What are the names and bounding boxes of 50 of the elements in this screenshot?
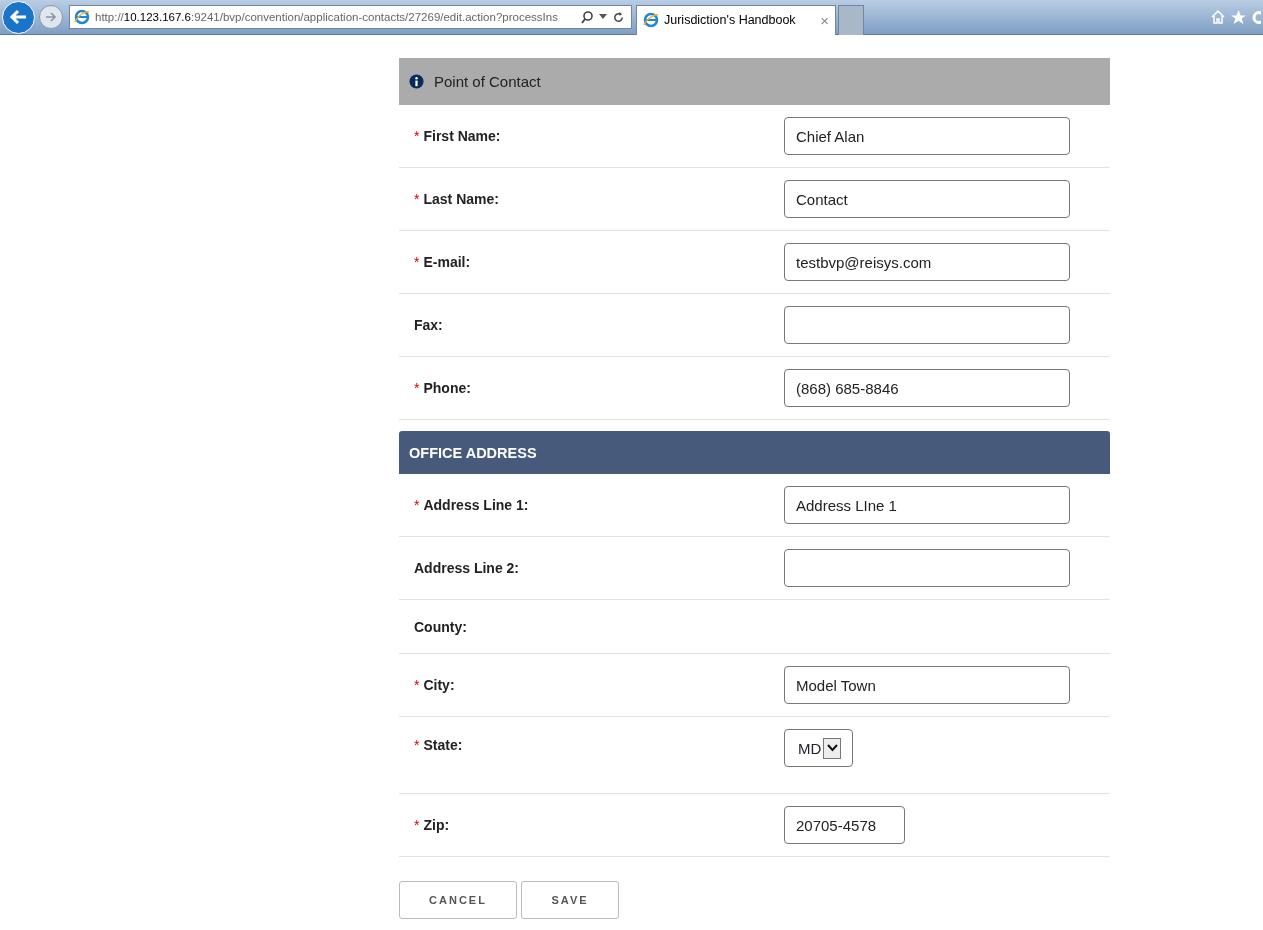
action-button[interactable]: SAVE: [521, 881, 619, 919]
browser-tab[interactable]: Jurisdiction's Handbook ×: [636, 4, 836, 35]
required-asterisk: *: [414, 677, 420, 693]
forward-button[interactable]: [39, 5, 63, 29]
field-label: Last Name:: [423, 191, 499, 207]
input-field[interactable]: [784, 549, 1070, 587]
home-icon[interactable]: [1210, 9, 1226, 25]
field-label: State:: [423, 737, 463, 753]
field-label: City:: [423, 677, 455, 693]
info-icon: [409, 74, 424, 89]
browser-logo-icon: [74, 9, 90, 25]
field-label: County:: [414, 618, 467, 635]
input-field[interactable]: testbvp@reisys.com: [784, 243, 1070, 281]
state-dropdown[interactable]: MD: [784, 729, 853, 767]
input-field[interactable]: Contact: [784, 180, 1070, 218]
search-icon[interactable]: [580, 10, 594, 24]
field-label: Address Line 2:: [414, 560, 520, 576]
input-field[interactable]: (868) 685-8846: [784, 369, 1070, 407]
input-field[interactable]: Address LIne 1: [784, 486, 1070, 524]
required-asterisk: *: [414, 191, 420, 207]
back-arrow-icon: [8, 7, 29, 27]
url-text: http://10.123.167.6:9241/bvp/convention/application-contacts/27269/edit.action?processIns: [95, 11, 559, 23]
input-field[interactable]: Chief Alan: [784, 117, 1070, 155]
field-label: Fax:: [414, 317, 443, 333]
section-title: Point of Contact: [434, 73, 541, 90]
required-asterisk: *: [414, 817, 420, 833]
required-asterisk: *: [414, 128, 420, 144]
browser-logo-icon: [643, 12, 659, 28]
dropdown-caret-icon[interactable]: [599, 14, 607, 20]
back-button[interactable]: [2, 0, 35, 34]
field-label: Zip:: [423, 817, 450, 833]
field-label: Address Line 1:: [423, 497, 529, 513]
action-button[interactable]: CANCEL: [399, 881, 517, 919]
field-label: E-mail:: [423, 254, 471, 270]
address-bar[interactable]: http://10.123.167.6:9241/bvp/convention/application-contacts/27269/edit.action?processIns: [69, 5, 632, 29]
star-icon[interactable]: [1230, 8, 1247, 26]
required-asterisk: *: [414, 737, 420, 753]
chevron-down-icon[interactable]: [823, 737, 842, 759]
section-title: OFFICE ADDRESS: [409, 444, 537, 461]
field-label: Phone:: [423, 380, 471, 396]
field-label: First Name:: [423, 128, 501, 144]
required-asterisk: *: [414, 380, 420, 396]
input-field[interactable]: 20705-4578: [784, 806, 905, 844]
close-tab-icon[interactable]: ×: [820, 11, 829, 29]
input-field[interactable]: Model Town: [784, 666, 1070, 704]
forward-arrow-icon: [44, 10, 58, 24]
required-asterisk: *: [414, 497, 420, 513]
input-field[interactable]: [784, 306, 1070, 344]
required-asterisk: *: [414, 254, 420, 270]
refresh-icon[interactable]: [612, 10, 625, 24]
